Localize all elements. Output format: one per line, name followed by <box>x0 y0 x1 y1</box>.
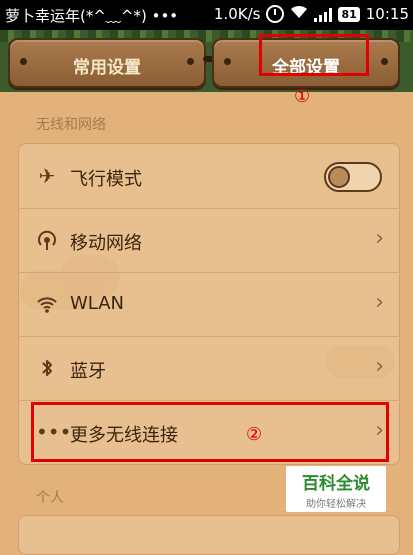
mobile-network-icon <box>36 229 58 251</box>
airplane-mode-row[interactable]: ✈ 飞行模式 <box>18 145 400 209</box>
wlan-label: WLAN <box>70 293 125 314</box>
chevron-right-icon: › <box>375 290 384 315</box>
airplane-icon: ✈ <box>38 164 56 188</box>
mobile-network-label: 移动网络 <box>70 233 142 254</box>
signal-strength-icon <box>314 6 333 22</box>
wifi-icon <box>36 293 58 315</box>
watermark-title: 百科全说 <box>302 474 370 494</box>
status-bar: 萝卜幸运年(*^﹏^*) ••• 1.0K/s 81 10:15 <box>0 0 413 30</box>
bluetooth-icon <box>36 357 58 379</box>
status-notification-text: 萝卜幸运年(*^﹏^*) ••• <box>5 7 179 25</box>
watermark-subtitle: 助你轻松解决 <box>306 499 366 510</box>
tab-common-label: 常用设置 <box>73 58 141 78</box>
status-right-group: 1.0K/s 81 10:15 <box>214 5 409 23</box>
mobile-network-row[interactable]: 移动网络 › <box>18 209 400 273</box>
bluetooth-row[interactable]: 蓝牙 › <box>18 337 400 401</box>
airplane-mode-label: 飞行模式 <box>70 169 142 190</box>
clock: 10:15 <box>365 5 409 23</box>
section-header-wireless: 无线和网络 <box>36 117 106 133</box>
annotation-marker-2: ② <box>246 424 263 445</box>
network-speed: 1.0K/s <box>213 5 261 23</box>
chevron-right-icon: › <box>375 354 384 379</box>
battery-icon: 81 <box>338 6 360 22</box>
toggle-knob <box>328 166 350 188</box>
chevron-right-icon: › <box>375 226 384 251</box>
annotation-marker-1: ① <box>294 86 311 107</box>
section-header-personal: 个人 <box>36 490 64 506</box>
bluetooth-label: 蓝牙 <box>70 361 106 382</box>
tab-common-settings[interactable]: 常用设置 <box>8 38 206 88</box>
wlan-row[interactable]: WLAN › <box>18 273 400 337</box>
annotation-box-2 <box>31 402 389 462</box>
alarm-icon <box>266 5 285 23</box>
wifi-status-icon <box>290 5 308 23</box>
annotation-box-1 <box>259 34 369 76</box>
airplane-mode-toggle[interactable] <box>324 162 382 192</box>
watermark-logo: 百科全说 助你轻松解决 <box>286 466 386 512</box>
personal-settings-card <box>18 515 400 555</box>
